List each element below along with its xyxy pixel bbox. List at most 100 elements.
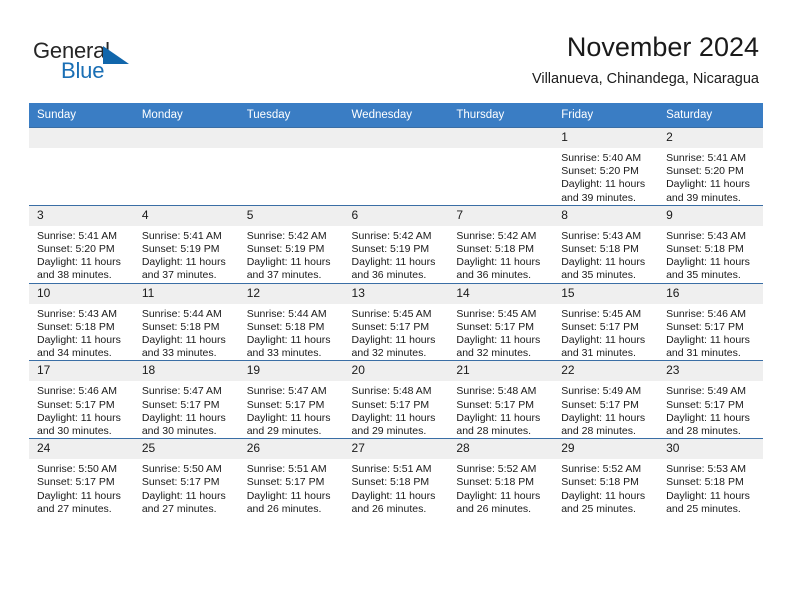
day-info: Sunrise: 5:43 AM Sunset: 5:18 PM Daylight:… <box>29 304 134 361</box>
day-info: Sunrise: 5:47 AM Sunset: 5:17 PM Daylight:… <box>239 381 344 438</box>
sunrise-text: Sunrise: 5:48 AM <box>456 385 537 398</box>
daylight-text: Daylight: 11 hours and 28 minutes. <box>561 411 646 438</box>
day-info: Sunrise: 5:41 AM Sunset: 5:20 PM Daylight:… <box>29 226 134 283</box>
calendar-day-cell[interactable]: 17 Sunrise: 5:46 AM Sunset: 5:17 PM Dayligh… <box>29 360 134 439</box>
calendar-page: General Blue November 2024 Villanueva, C… <box>0 0 792 612</box>
calendar-day-cell-empty <box>238 127 344 206</box>
daylight-text: Daylight: 11 hours and 32 minutes. <box>351 334 436 360</box>
calendar-day-cell[interactable]: 22 Sunrise: 5:49 AM Sunset: 5:17 PM Dayligh… <box>553 360 659 439</box>
calendar-day-cell-empty <box>343 127 449 206</box>
sunrise-text: Sunrise: 5:42 AM <box>456 229 537 242</box>
sunrise-text: Sunrise: 5:49 AM <box>666 385 747 398</box>
calendar-day-cell[interactable]: 13 Sunrise: 5:45 AM Sunset: 5:17 PM Dayligh… <box>343 282 449 361</box>
calendar-day-cell[interactable]: 3 Sunrise: 5:41 AM Sunset: 5:20 PM Daylight… <box>29 204 134 284</box>
calendar-day-cell-empty <box>133 127 239 206</box>
sunrise-text: Sunrise: 5:52 AM <box>456 463 537 476</box>
general-blue-logo[interactable]: General Blue <box>33 38 253 88</box>
day-number: 28 <box>448 439 554 460</box>
calendar-day-cell[interactable]: 4 Sunrise: 5:41 AM Sunset: 5:19 PM Daylight… <box>133 204 239 284</box>
sunrise-text: Sunrise: 5:50 AM <box>141 463 222 476</box>
calendar-day-cell[interactable]: 19 Sunrise: 5:47 AM Sunset: 5:17 PM Dayligh… <box>238 360 344 439</box>
daylight-text: Daylight: 11 hours and 38 minutes. <box>37 256 121 282</box>
calendar-day-cell[interactable]: 1 Sunrise: 5:40 AM Sunset: 5:20 PM Daylight… <box>553 127 659 206</box>
day-info: Sunrise: 5:48 AM Sunset: 5:17 PM Daylight:… <box>448 381 553 438</box>
sunrise-text: Sunrise: 5:48 AM <box>351 385 432 398</box>
weekday-header-sunday: Sunday <box>29 103 134 128</box>
daylight-text: Daylight: 11 hours and 31 minutes. <box>561 334 646 360</box>
daylight-text: Daylight: 11 hours and 25 minutes. <box>666 489 750 515</box>
day-info: Sunrise: 5:47 AM Sunset: 5:17 PM Daylight:… <box>134 381 239 438</box>
weekday-header-tuesday: Tuesday <box>238 103 344 128</box>
day-number: 3 <box>29 205 134 226</box>
calendar-day-cell[interactable]: 5 Sunrise: 5:42 AM Sunset: 5:19 PM Daylight… <box>238 204 344 284</box>
calendar-day-cell[interactable]: 20 Sunrise: 5:48 AM Sunset: 5:17 PM Dayligh… <box>343 360 449 439</box>
calendar-day-cell[interactable]: 2 Sunrise: 5:41 AM Sunset: 5:20 PM Daylight… <box>658 127 763 206</box>
day-number: 5 <box>238 205 344 226</box>
calendar-day-cell[interactable]: 6 Sunrise: 5:42 AM Sunset: 5:19 PM Daylight… <box>343 204 449 284</box>
calendar-day-cell[interactable]: 14 Sunrise: 5:45 AM Sunset: 5:17 PM Dayligh… <box>448 282 554 361</box>
sunrise-text: Sunrise: 5:46 AM <box>37 385 117 398</box>
sunset-text: Sunset: 5:18 PM <box>666 476 744 489</box>
sunset-text: Sunset: 5:17 PM <box>561 398 639 411</box>
day-info: Sunrise: 5:42 AM Sunset: 5:19 PM Daylight:… <box>239 226 344 283</box>
day-info: Sunrise: 5:44 AM Sunset: 5:18 PM Daylight:… <box>134 304 239 361</box>
calendar-day-cell[interactable]: 8 Sunrise: 5:43 AM Sunset: 5:18 PM Daylight… <box>553 204 659 284</box>
day-number: 16 <box>658 283 763 304</box>
day-number: 13 <box>343 283 449 304</box>
daylight-text: Daylight: 11 hours and 34 minutes. <box>37 334 121 360</box>
sunset-text: Sunset: 5:20 PM <box>561 165 639 178</box>
calendar-day-cell[interactable]: 26 Sunrise: 5:51 AM Sunset: 5:17 PM Dayligh… <box>238 438 344 517</box>
calendar-day-cell[interactable]: 29 Sunrise: 5:52 AM Sunset: 5:18 PM Dayligh… <box>553 438 659 517</box>
daylight-text: Daylight: 11 hours and 28 minutes. <box>456 411 541 438</box>
day-number: 15 <box>553 283 659 304</box>
calendar-day-cell[interactable]: 23 Sunrise: 5:49 AM Sunset: 5:17 PM Dayligh… <box>658 360 763 439</box>
sunset-text: Sunset: 5:17 PM <box>561 320 639 333</box>
calendar-day-cell[interactable]: 16 Sunrise: 5:46 AM Sunset: 5:17 PM Dayligh… <box>658 282 763 361</box>
daylight-text: Daylight: 11 hours and 37 minutes. <box>141 256 226 282</box>
sunrise-text: Sunrise: 5:42 AM <box>351 229 432 242</box>
day-number: 18 <box>133 361 239 382</box>
sunset-text: Sunset: 5:18 PM <box>351 476 430 489</box>
daylight-text: Daylight: 11 hours and 29 minutes. <box>246 411 331 438</box>
calendar-day-cell[interactable]: 27 Sunrise: 5:51 AM Sunset: 5:18 PM Dayligh… <box>343 438 449 517</box>
calendar-day-cell[interactable]: 10 Sunrise: 5:43 AM Sunset: 5:18 PM Dayligh… <box>29 282 134 361</box>
weekday-header-saturday: Saturday <box>658 103 763 128</box>
day-info: Sunrise: 5:52 AM Sunset: 5:18 PM Daylight:… <box>553 459 658 516</box>
calendar-day-cell[interactable]: 30 Sunrise: 5:53 AM Sunset: 5:18 PM Dayligh… <box>658 438 763 517</box>
sunset-text: Sunset: 5:18 PM <box>37 320 115 333</box>
calendar-day-cell[interactable]: 21 Sunrise: 5:48 AM Sunset: 5:17 PM Dayligh… <box>448 360 554 439</box>
calendar-day-cell[interactable]: 24 Sunrise: 5:50 AM Sunset: 5:17 PM Dayligh… <box>29 438 134 517</box>
calendar-day-cell[interactable]: 9 Sunrise: 5:43 AM Sunset: 5:18 PM Daylight… <box>658 204 763 284</box>
day-number: 21 <box>448 361 554 382</box>
day-number <box>343 128 449 148</box>
daylight-text: Daylight: 11 hours and 30 minutes. <box>37 411 121 438</box>
day-info: Sunrise: 5:41 AM Sunset: 5:20 PM Daylight:… <box>658 148 763 205</box>
day-number: 19 <box>238 361 344 382</box>
day-number: 1 <box>553 128 659 148</box>
calendar-day-cell[interactable]: 15 Sunrise: 5:45 AM Sunset: 5:17 PM Dayligh… <box>553 282 659 361</box>
daylight-text: Daylight: 11 hours and 36 minutes. <box>456 256 541 282</box>
daylight-text: Daylight: 11 hours and 37 minutes. <box>246 256 331 282</box>
sunrise-text: Sunrise: 5:43 AM <box>666 229 747 242</box>
day-info: Sunrise: 5:40 AM Sunset: 5:20 PM Daylight:… <box>553 148 658 205</box>
sunset-text: Sunset: 5:19 PM <box>141 243 220 256</box>
sunset-text: Sunset: 5:17 PM <box>246 398 325 411</box>
calendar-day-cell[interactable]: 18 Sunrise: 5:47 AM Sunset: 5:17 PM Dayligh… <box>133 360 239 439</box>
sunset-text: Sunset: 5:18 PM <box>561 243 639 256</box>
day-info: Sunrise: 5:43 AM Sunset: 5:18 PM Daylight:… <box>658 226 763 283</box>
sunset-text: Sunset: 5:17 PM <box>141 476 220 489</box>
sunrise-text: Sunrise: 5:43 AM <box>561 229 642 242</box>
calendar-day-cell[interactable]: 28 Sunrise: 5:52 AM Sunset: 5:18 PM Dayligh… <box>448 438 554 517</box>
calendar-day-cell[interactable]: 25 Sunrise: 5:50 AM Sunset: 5:17 PM Dayligh… <box>133 438 239 517</box>
day-info: Sunrise: 5:42 AM Sunset: 5:19 PM Daylight:… <box>344 226 449 283</box>
sunrise-text: Sunrise: 5:53 AM <box>666 463 747 476</box>
daylight-text: Daylight: 11 hours and 30 minutes. <box>141 411 226 438</box>
calendar-day-cell[interactable]: 11 Sunrise: 5:44 AM Sunset: 5:18 PM Dayligh… <box>133 282 239 361</box>
day-info: Sunrise: 5:50 AM Sunset: 5:17 PM Daylight:… <box>29 459 134 516</box>
calendar-day-cell[interactable]: 7 Sunrise: 5:42 AM Sunset: 5:18 PM Daylight… <box>448 204 554 284</box>
location-subtitle: Villanueva, Chinandega, Nicaragua <box>531 71 759 87</box>
sunrise-text: Sunrise: 5:46 AM <box>666 307 747 320</box>
sunrise-text: Sunrise: 5:41 AM <box>666 152 747 164</box>
page-title: November 2024 <box>566 32 759 62</box>
calendar-day-cell[interactable]: 12 Sunrise: 5:44 AM Sunset: 5:18 PM Dayligh… <box>238 282 344 361</box>
